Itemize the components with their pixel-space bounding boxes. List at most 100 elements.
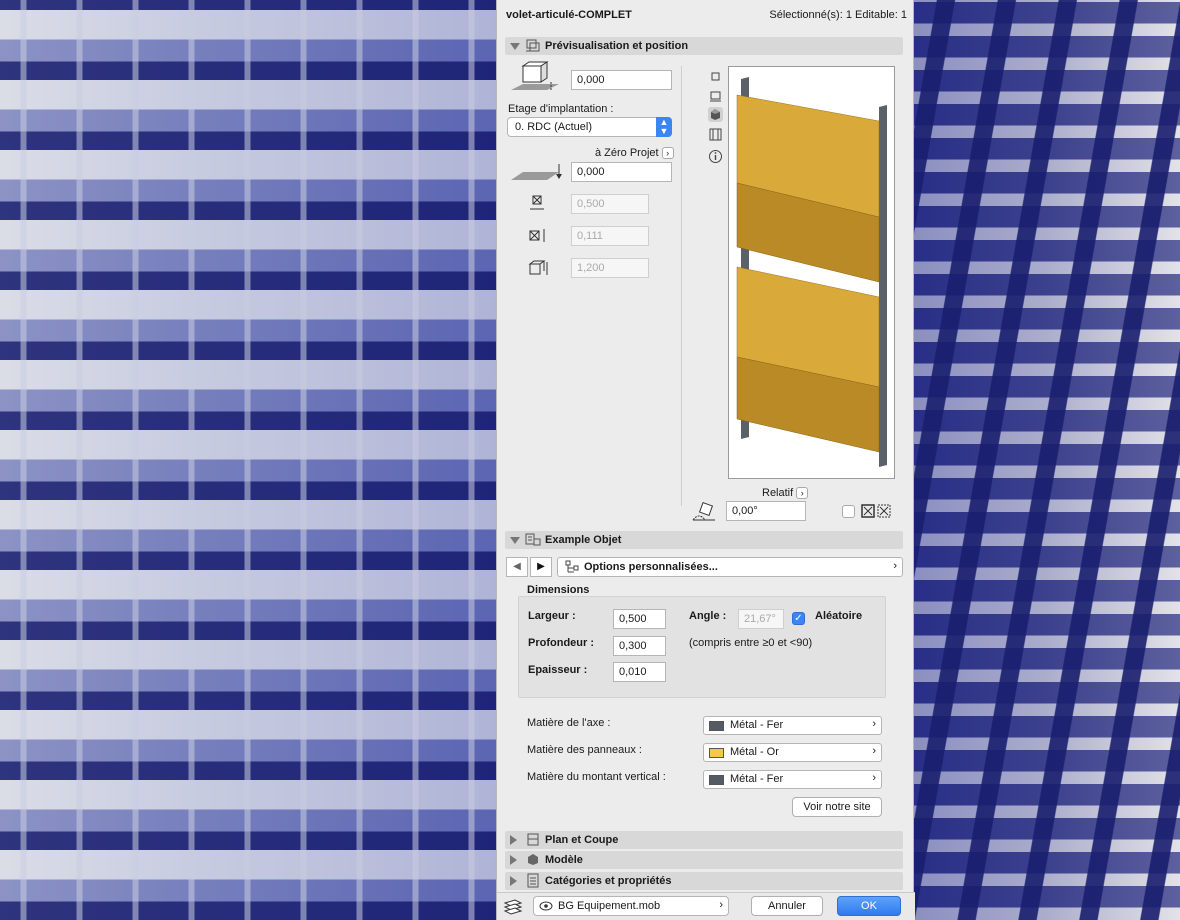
post-material-label: Matière du montant vertical : — [527, 771, 666, 783]
axis-material-label: Matière de l'axe : — [527, 717, 611, 729]
reference-elevation-icon — [511, 164, 562, 180]
chevron-right-icon: › — [796, 487, 809, 500]
height-dimension-icon — [528, 260, 548, 275]
dimensions-title: Dimensions — [527, 584, 590, 596]
custom-options-label: Options personnalisées... — [584, 561, 718, 573]
model-cube-icon — [528, 854, 538, 865]
random-label: Aléatoire — [815, 610, 863, 622]
next-page-button[interactable]: ▶ — [530, 557, 552, 577]
layers-icon — [503, 899, 523, 915]
section-title-categories: Catégories et propriétés — [545, 875, 672, 887]
section-title-preview: Prévisualisation et position — [545, 40, 689, 52]
plan-section-icon — [527, 833, 539, 846]
axis-material-value: Métal - Fer — [730, 719, 784, 731]
custom-options-button[interactable]: Options personnalisées... › — [557, 557, 903, 577]
section-view-icon[interactable] — [708, 89, 723, 104]
section-header-plan[interactable]: Plan et Coupe — [505, 831, 903, 849]
depth-label: Profondeur : — [528, 637, 594, 649]
story-select[interactable]: 0. RDC (Actuel) ▲ ▼ — [507, 117, 672, 137]
mirror-checkbox[interactable] — [842, 505, 855, 518]
reference-level-label: à Zéro Projet — [595, 147, 659, 159]
dialog-footer: BG Equipement.mob › Annuler OK — [497, 892, 915, 920]
object-name: volet-articulé-COMPLET — [506, 9, 632, 21]
layer-value: BG Equipement.mob — [558, 900, 661, 912]
eye-icon — [539, 901, 553, 911]
tree-options-icon — [565, 560, 579, 573]
axis-material-select[interactable]: Métal - Fer › — [703, 716, 882, 735]
elevation-field[interactable]: 0,000 — [571, 70, 672, 90]
preview-separator — [681, 66, 682, 506]
preview-position-icon — [526, 39, 540, 52]
material-swatch — [709, 775, 724, 785]
section-header-example[interactable]: Example Objet — [505, 531, 903, 549]
film-strip-icon[interactable] — [708, 127, 723, 142]
angle-range-note: (compris entre ≥0 et <90) — [689, 637, 813, 649]
story-label: Etage d'implantation : — [508, 103, 614, 115]
material-swatch — [709, 721, 724, 731]
angle-label: Angle : — [689, 610, 727, 622]
width-field[interactable]: 0,500 — [613, 609, 666, 629]
object-parameters-icon — [525, 533, 541, 546]
expand-triangle-icon — [510, 835, 517, 845]
chevron-right-icon: › — [872, 745, 876, 757]
collapse-triangle-icon — [510, 537, 520, 544]
section-title-plan: Plan et Coupe — [545, 834, 619, 846]
relative-link[interactable]: Relatif › — [762, 487, 809, 500]
previous-page-button[interactable]: ◀ — [506, 557, 528, 577]
thickness-field[interactable]: 0,010 — [613, 662, 666, 682]
rotation-angle-icon — [692, 501, 715, 521]
dim-x-field[interactable]: 0,500 — [571, 194, 649, 214]
panel-material-label: Matière des panneaux : — [527, 744, 642, 756]
updown-arrows-icon: ▲ ▼ — [656, 117, 672, 137]
object-settings-dialog: volet-articulé-COMPLET Sélectionné(s): 1… — [496, 0, 915, 920]
layer-select[interactable]: BG Equipement.mob › — [533, 896, 729, 916]
angle-field[interactable]: 21,67° — [738, 609, 784, 629]
section-title-example: Example Objet — [545, 534, 622, 546]
section-header-categories[interactable]: Catégories et propriétés — [505, 872, 903, 890]
width-dimension-icon — [530, 195, 544, 210]
3d-preview-canvas[interactable] — [728, 66, 895, 479]
dim-y-field[interactable]: 0,111 — [571, 226, 649, 246]
section-header-preview[interactable]: Prévisualisation et position — [505, 37, 903, 55]
section-title-model: Modèle — [545, 854, 583, 866]
random-checkbox[interactable]: ✓ — [792, 612, 805, 625]
panel-material-value: Métal - Or — [730, 746, 779, 758]
cancel-button[interactable]: Annuler — [751, 896, 823, 916]
louver-preview-drawing — [736, 77, 887, 467]
chevron-right-icon: › — [872, 772, 876, 784]
chevron-right-icon: › — [893, 560, 897, 572]
render-background-left — [0, 0, 496, 920]
chevron-right-icon: › — [661, 147, 674, 160]
story-value: 0. RDC (Actuel) — [515, 121, 593, 133]
3d-view-icon[interactable] — [708, 107, 723, 122]
panel-material-select[interactable]: Métal - Or › — [703, 743, 882, 762]
material-swatch — [709, 748, 724, 758]
selection-status: Sélectionné(s): 1 Editable: 1 — [769, 9, 907, 21]
chevron-right-icon: › — [719, 899, 723, 911]
mirror-box-dashed-icon[interactable] — [877, 504, 891, 518]
mirror-box-icon[interactable] — [861, 504, 875, 518]
chevron-right-icon: › — [872, 718, 876, 730]
section-header-model[interactable]: Modèle — [505, 851, 903, 869]
expand-triangle-icon — [510, 876, 517, 886]
website-button[interactable]: Voir notre site — [792, 797, 882, 817]
collapse-triangle-icon — [510, 43, 520, 50]
ok-button[interactable]: OK — [837, 896, 901, 916]
categories-list-icon — [527, 873, 539, 888]
width-label: Largeur : — [528, 610, 576, 622]
depth-field[interactable]: 0,300 — [613, 636, 666, 656]
thickness-label: Epaisseur : — [528, 664, 588, 676]
info-icon[interactable] — [708, 149, 723, 164]
relative-label: Relatif — [762, 487, 794, 499]
dim-z-field[interactable]: 1,200 — [571, 258, 649, 278]
post-material-value: Métal - Fer — [730, 773, 784, 785]
rotation-field[interactable]: 0,00° — [726, 501, 806, 521]
render-background-right — [914, 0, 1180, 920]
reference-elevation-field[interactable]: 0,000 — [571, 162, 672, 182]
depth-dimension-icon — [529, 229, 545, 242]
reference-level-link[interactable]: à Zéro Projet › — [595, 147, 674, 160]
expand-triangle-icon — [510, 855, 517, 865]
plan-view-icon[interactable] — [708, 69, 723, 84]
post-material-select[interactable]: Métal - Fer › — [703, 770, 882, 789]
dialog-header: volet-articulé-COMPLET Sélectionné(s): 1… — [497, 0, 915, 30]
